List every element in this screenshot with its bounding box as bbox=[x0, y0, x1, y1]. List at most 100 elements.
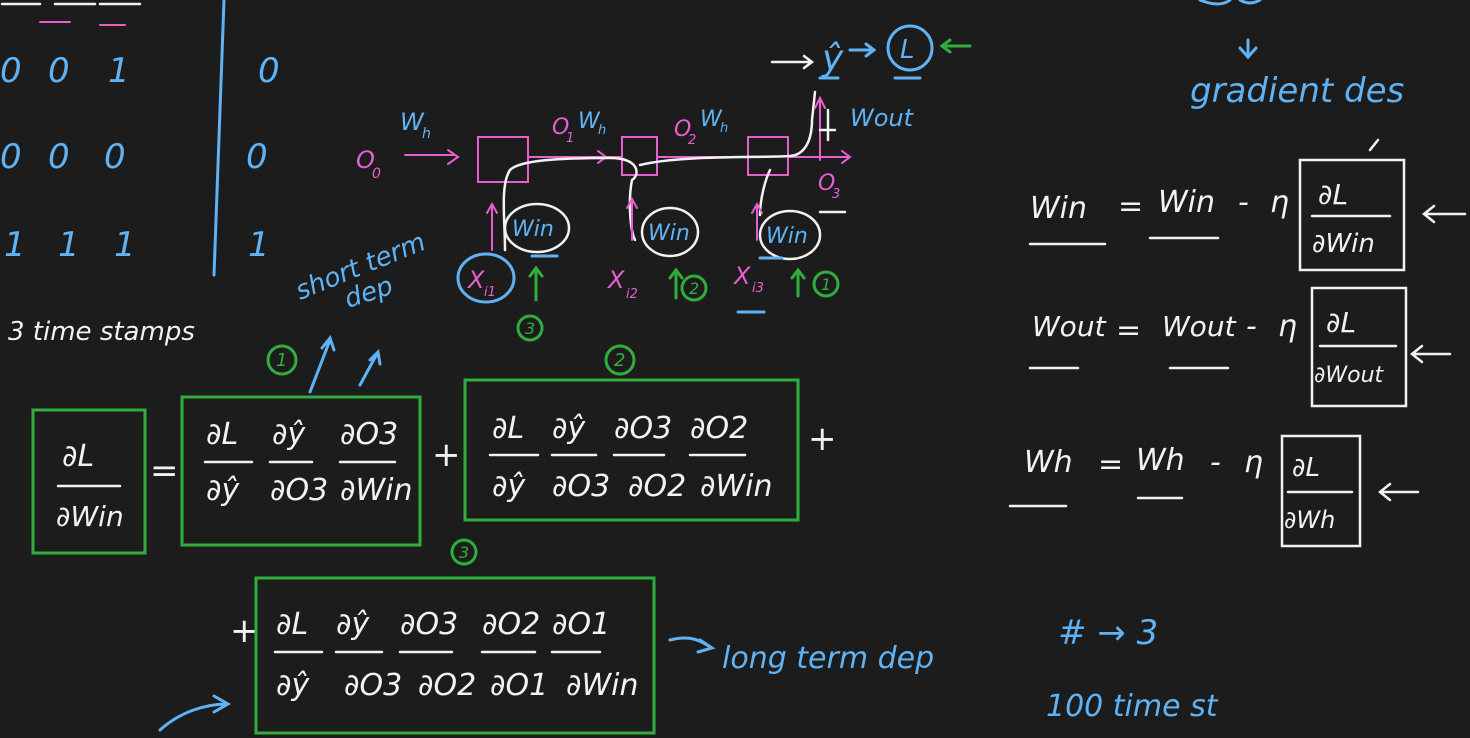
pointer-arrow bbox=[1409, 344, 1452, 364]
equals-sign: = bbox=[1118, 189, 1143, 224]
gradient-title: gradient des bbox=[1190, 71, 1404, 111]
minus-sign: - bbox=[1238, 185, 1249, 220]
gradient-denominator: ∂Win bbox=[1312, 229, 1375, 259]
term2-denominator: ∂O3 bbox=[552, 469, 610, 504]
rnn-cell-2 bbox=[621, 136, 658, 176]
o3-subscript: 3 bbox=[832, 187, 840, 202]
table-caption: 3 time stamps bbox=[8, 317, 195, 347]
loss-arrow bbox=[848, 42, 877, 58]
target-cell: 1 bbox=[248, 225, 270, 265]
term3-numerator: ∂O3 bbox=[400, 607, 458, 642]
x2-label: X bbox=[606, 266, 625, 294]
wh-subscript: h bbox=[422, 126, 431, 142]
eta-symbol: η bbox=[1244, 445, 1263, 480]
whiteboard-canvas: 0 0 1 0 0 0 1 1 1 0 0 1 3 time stamps O … bbox=[0, 0, 1467, 735]
term-number: 2 bbox=[614, 350, 625, 371]
table-cell: 1 bbox=[114, 225, 136, 265]
term3-numerator: ∂L bbox=[276, 607, 308, 642]
gradient-descent: gradient des Win = Win - η ∂L ∂Win Wout … bbox=[1008, 0, 1467, 724]
term-number: 1 bbox=[276, 350, 287, 371]
step-number: 2 bbox=[689, 279, 699, 298]
equals-sign: = bbox=[150, 451, 179, 491]
x3-subscript: i3 bbox=[752, 281, 764, 296]
table-cell: 1 bbox=[58, 225, 80, 265]
equals-sign: = bbox=[1116, 313, 1141, 348]
gradient-top-marks bbox=[1198, 0, 1262, 60]
loss-label: L bbox=[900, 35, 915, 65]
minus-sign: - bbox=[1246, 309, 1257, 344]
yhat-label: ŷ bbox=[821, 38, 844, 79]
term3-denominator: ∂O3 bbox=[344, 668, 402, 703]
win-underlines bbox=[530, 254, 784, 260]
equals-sign: = bbox=[1098, 447, 1123, 482]
lhs-denominator: ∂Win bbox=[56, 500, 124, 533]
wh-subscript: h bbox=[598, 123, 606, 138]
o2-subscript: 2 bbox=[688, 133, 696, 148]
x1-label: X bbox=[466, 266, 485, 294]
o1-subscript: 1 bbox=[566, 131, 574, 146]
derivative-equation: ∂L ∂Win = 1 ∂L ∂ŷ ∂O3 ∂ŷ ∂O3 ∂Win + 2 ∂L… bbox=[31, 344, 934, 735]
wout-update-lhs: Wout bbox=[1032, 310, 1107, 343]
pointer-arrow bbox=[1368, 138, 1467, 224]
plus-sign: + bbox=[432, 435, 461, 475]
win-label: Win bbox=[766, 224, 808, 249]
o0-subscript: 0 bbox=[372, 166, 381, 182]
gradient-numerator: ∂L bbox=[1326, 306, 1356, 339]
term1-numerator: ∂ŷ bbox=[272, 417, 307, 452]
table-cell: 1 bbox=[4, 225, 26, 265]
rnn-diagram: O 0 W h O 1 W h O 2 W h O 3 Win Win Win … bbox=[356, 24, 972, 342]
table-cell: 0 bbox=[0, 137, 22, 177]
wh-update-lhs: Wh bbox=[1024, 445, 1073, 480]
term1-denominator: ∂ŷ bbox=[206, 473, 241, 508]
x3-label: X bbox=[732, 262, 751, 290]
table-cell: 1 bbox=[108, 51, 130, 91]
term1-denominator: ∂Win bbox=[340, 473, 413, 508]
gradient-numerator: ∂L bbox=[1292, 453, 1320, 483]
table-pink-marks bbox=[39, 21, 126, 26]
win-label: Win bbox=[512, 217, 554, 242]
term3-box bbox=[254, 576, 656, 735]
eta-symbol: η bbox=[1278, 309, 1297, 344]
gradient-numerator: ∂L bbox=[1318, 178, 1348, 211]
term1-denominator: ∂O3 bbox=[270, 473, 328, 508]
step-number: 3 bbox=[525, 319, 535, 338]
data-table: 0 0 1 0 0 0 1 1 1 0 0 1 3 time stamps bbox=[0, 0, 280, 347]
input-arrow bbox=[404, 149, 460, 165]
plus-sign: + bbox=[808, 419, 837, 459]
target-cell: 0 bbox=[258, 51, 280, 91]
term1-numerator: ∂L bbox=[206, 417, 238, 452]
term3-denominator: ∂ŷ bbox=[276, 668, 311, 703]
term3-denominator: ∂O1 bbox=[490, 668, 548, 703]
term2-denominator: ∂Win bbox=[700, 469, 773, 504]
plus-sign: + bbox=[230, 611, 259, 651]
gradient-denominator: ∂Wout bbox=[1314, 363, 1385, 388]
term3-numerator: ∂O2 bbox=[482, 607, 540, 642]
wout-update-rhs: Wout bbox=[1162, 310, 1237, 343]
term3-denominator: ∂Win bbox=[566, 668, 639, 703]
minus-sign: - bbox=[1210, 445, 1221, 480]
table-cell: 0 bbox=[48, 137, 70, 177]
term2-numerator: ∂O2 bbox=[690, 411, 748, 446]
table-divider bbox=[212, 0, 226, 277]
eta-symbol: η bbox=[1270, 185, 1289, 220]
wout-label: Wout bbox=[850, 104, 915, 132]
rnn-cell-1 bbox=[477, 136, 529, 183]
table-cell: 0 bbox=[48, 51, 70, 91]
table-cell: 0 bbox=[104, 137, 126, 177]
term2-denominator: ∂ŷ bbox=[492, 469, 527, 504]
term3-denominator: ∂O2 bbox=[418, 668, 476, 703]
hash-note: # → 3 bbox=[1058, 613, 1158, 653]
target-cell: 0 bbox=[246, 137, 268, 177]
x1-subscript: i1 bbox=[484, 285, 496, 300]
time-steps-note: 100 time st bbox=[1046, 689, 1219, 724]
lhs-numerator: ∂L bbox=[62, 439, 94, 474]
win-update-lhs: Win bbox=[1030, 191, 1087, 226]
table-cell: 0 bbox=[0, 51, 22, 91]
term3-pointer-arrow bbox=[158, 694, 232, 732]
win-update-rhs: Win bbox=[1158, 185, 1215, 220]
term2-denominator: ∂O2 bbox=[628, 469, 686, 504]
wout-tick bbox=[818, 108, 837, 142]
term2-numerator: ∂O3 bbox=[614, 411, 672, 446]
loss-green-arrow bbox=[939, 38, 972, 54]
wh-update-rhs: Wh bbox=[1136, 443, 1185, 478]
